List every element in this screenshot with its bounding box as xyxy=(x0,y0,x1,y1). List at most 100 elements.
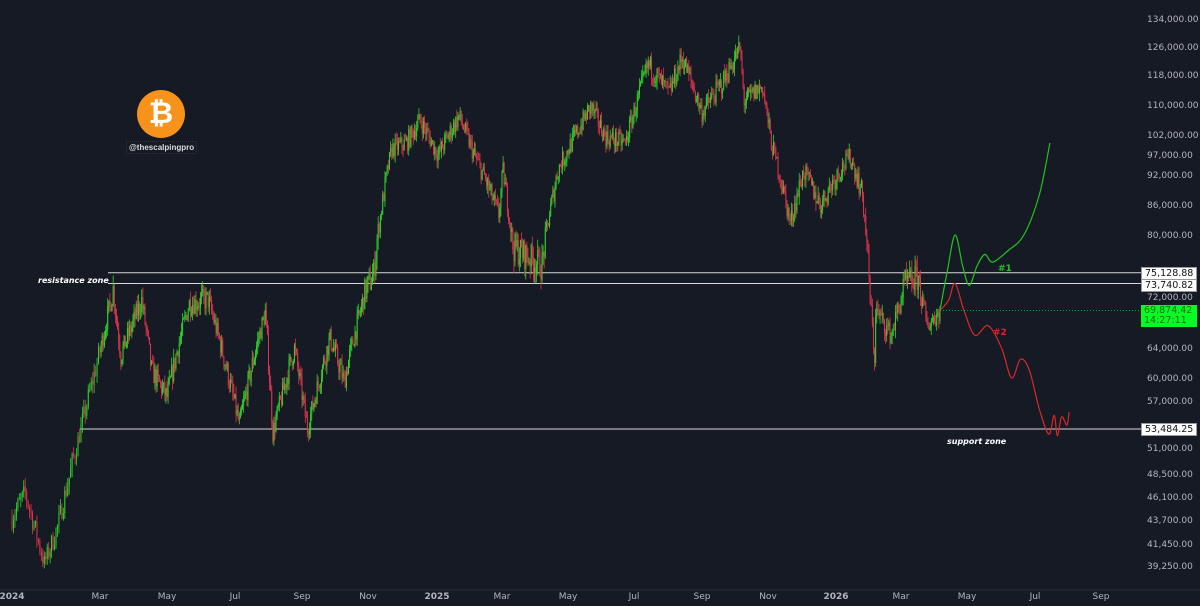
candle-body xyxy=(467,128,469,132)
candle-body xyxy=(291,361,293,366)
candle-body xyxy=(803,170,805,177)
bitcoin-logo-icon: ₿ xyxy=(137,90,185,138)
candle-body xyxy=(923,297,925,301)
candle-body xyxy=(487,178,489,186)
candle-body xyxy=(741,57,743,72)
candle-body xyxy=(694,91,696,101)
candle-body xyxy=(491,184,493,200)
x-axis-tick: 2026 xyxy=(823,592,848,602)
candle-body xyxy=(839,177,841,179)
candle-body xyxy=(109,300,111,304)
candle-body xyxy=(558,165,560,177)
candle-body xyxy=(645,63,647,72)
candle-body xyxy=(202,289,204,294)
candle-body xyxy=(719,80,721,82)
candle-body xyxy=(890,336,892,343)
candle-body xyxy=(785,191,787,200)
candle-body xyxy=(173,357,175,382)
candle-body xyxy=(429,136,431,147)
candle-body xyxy=(299,372,301,377)
candle-body xyxy=(428,130,430,137)
candle-body xyxy=(466,123,468,129)
candle-body xyxy=(326,346,328,366)
candle-body xyxy=(332,347,334,351)
candle-body xyxy=(58,512,60,526)
candle-body xyxy=(111,304,113,312)
candle-body xyxy=(901,297,903,302)
candle-body xyxy=(867,242,869,251)
candle-body xyxy=(484,174,486,179)
candle-body xyxy=(753,87,755,99)
candle-body xyxy=(806,166,808,168)
candle-body xyxy=(370,284,372,290)
candle-body xyxy=(910,269,912,272)
candle-body xyxy=(529,262,531,268)
candle-body xyxy=(929,326,931,331)
candle-body xyxy=(342,372,344,379)
candle-body xyxy=(877,307,879,310)
candle-body xyxy=(298,366,300,377)
candle-body xyxy=(775,147,777,159)
candle-body xyxy=(319,385,321,388)
candle-body xyxy=(475,149,477,156)
candle-body xyxy=(430,140,432,147)
candle-body xyxy=(921,300,923,307)
candle-body xyxy=(24,486,26,492)
candle-body xyxy=(100,345,102,353)
candle-body xyxy=(690,72,692,80)
candle-body xyxy=(919,277,921,301)
candle-body xyxy=(833,179,835,181)
candle-body xyxy=(701,105,703,122)
candle-body xyxy=(728,62,730,83)
candle-body xyxy=(790,210,792,221)
candle-body xyxy=(579,132,581,134)
candle-body xyxy=(780,180,782,188)
candle-body xyxy=(787,208,789,216)
candle-body xyxy=(284,384,286,390)
candle-body xyxy=(411,126,413,131)
candle-body xyxy=(769,119,771,133)
candle-body xyxy=(40,551,42,557)
candle-body xyxy=(689,72,691,74)
candle-body xyxy=(393,143,395,157)
candle-body xyxy=(29,507,31,511)
candle-body xyxy=(749,89,751,93)
candle-body xyxy=(269,370,271,383)
candle-body xyxy=(115,314,117,320)
candle-body xyxy=(43,556,45,564)
candle-body xyxy=(355,331,357,340)
candle-body xyxy=(662,75,664,85)
candle-body xyxy=(743,86,745,106)
candle-body xyxy=(180,331,182,338)
candle-body xyxy=(697,94,699,100)
candle-body xyxy=(533,267,535,273)
candle-body xyxy=(394,138,396,157)
candle-body xyxy=(847,154,849,160)
candle-body xyxy=(796,193,798,211)
candle-body xyxy=(462,125,464,130)
candle-body xyxy=(391,147,393,157)
candle-body xyxy=(444,135,446,150)
x-axis-tick: Sep xyxy=(1093,592,1110,602)
candle-body xyxy=(564,161,566,165)
candle-body xyxy=(863,194,865,216)
candle-body xyxy=(37,539,39,542)
candle-body xyxy=(191,313,193,315)
candle-body xyxy=(131,325,133,332)
candle-body xyxy=(581,125,583,130)
candle-body xyxy=(151,361,153,365)
x-axis-tick: Sep xyxy=(694,592,711,602)
candle-body xyxy=(809,172,811,178)
candle-body xyxy=(451,132,453,138)
candle-body xyxy=(126,328,128,342)
candle-body xyxy=(824,190,826,201)
candle-body xyxy=(665,80,667,82)
candle-body xyxy=(364,279,366,310)
candle-body xyxy=(268,333,269,371)
candle-body xyxy=(746,89,748,100)
candle-body xyxy=(62,512,64,519)
candle-body xyxy=(814,191,816,199)
candle-body xyxy=(771,150,773,156)
candle-body xyxy=(422,121,424,134)
price-chart[interactable]: 134,000.00 126,000.00 118,000.00 110,000.00… xyxy=(0,0,1200,606)
